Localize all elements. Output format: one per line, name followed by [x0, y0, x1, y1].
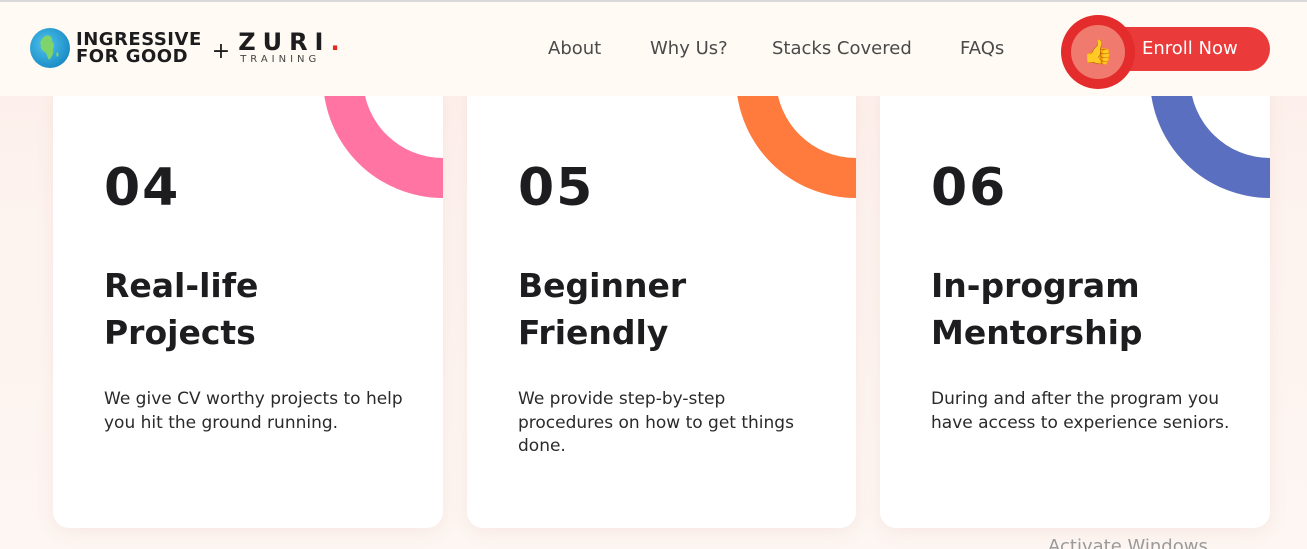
card-description: We provide step-by-step procedures on ho…	[518, 389, 794, 456]
card-number: 04	[104, 158, 181, 218]
card-arc-decoration	[323, 80, 443, 198]
card-description: We give CV worthy projects to help you h…	[104, 389, 403, 433]
card-number: 06	[931, 158, 1008, 218]
card-title-line1: In-program	[931, 266, 1140, 305]
card-title: Real-life Projects	[104, 262, 404, 356]
card-description: During and after the program you have ac…	[931, 389, 1230, 433]
card-title-line2: Friendly	[518, 313, 669, 352]
enroll-icon-badge[interactable]: 👍	[1061, 15, 1135, 89]
card-title-line1: Real-life	[104, 266, 259, 305]
card-number: 05	[518, 158, 595, 218]
feature-card-mentorship: 06 In-program Mentorship During and afte…	[880, 80, 1270, 528]
enroll-now-label: Enroll Now	[1142, 38, 1238, 59]
card-arc-decoration	[736, 80, 856, 198]
card-title-line2: Mentorship	[931, 313, 1143, 352]
nav-about[interactable]: About	[548, 38, 601, 59]
nav-faqs[interactable]: FAQs	[960, 38, 1004, 59]
feature-card-beginner: 05 Beginner Friendly We provide step-by-…	[467, 80, 856, 528]
activate-windows-watermark: Activate Windows	[1048, 536, 1208, 549]
thumbs-up-icon: 👍	[1071, 25, 1125, 79]
card-arc-decoration	[1150, 80, 1270, 198]
card-title-line2: Projects	[104, 313, 256, 352]
card-title: Beginner Friendly	[518, 262, 818, 356]
card-title-line1: Beginner	[518, 266, 687, 305]
site-header: INGRESSIVE FOR GOOD + ZURI. TRAINING Abo…	[0, 2, 1307, 96]
nav-why-us[interactable]: Why Us?	[650, 38, 728, 59]
nav-stacks-covered[interactable]: Stacks Covered	[772, 38, 912, 59]
feature-card-projects: 04 Real-life Projects We give CV worthy …	[53, 80, 443, 528]
card-title: In-program Mentorship	[931, 262, 1231, 356]
